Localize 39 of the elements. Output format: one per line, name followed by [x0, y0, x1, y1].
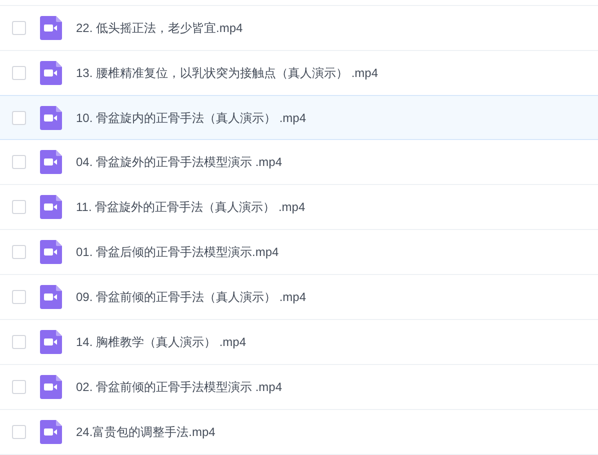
video-file-icon	[40, 285, 62, 309]
file-name[interactable]: 11. 骨盆旋外的正骨手法（真人演示） .mp4	[76, 198, 306, 216]
checkbox[interactable]	[12, 66, 26, 80]
checkbox[interactable]	[12, 200, 26, 214]
video-file-icon	[40, 106, 62, 130]
checkbox[interactable]	[12, 425, 26, 439]
video-file-icon	[40, 375, 62, 399]
file-row[interactable]: 02. 骨盆前倾的正骨手法模型演示 .mp4	[0, 365, 598, 410]
file-row[interactable]: 11. 骨盆旋外的正骨手法（真人演示） .mp4	[0, 185, 598, 230]
video-file-icon	[40, 16, 62, 40]
video-file-icon	[40, 61, 62, 85]
video-file-icon	[40, 330, 62, 354]
checkbox[interactable]	[12, 335, 26, 349]
file-name[interactable]: 04. 骨盆旋外的正骨手法模型演示 .mp4	[76, 153, 282, 171]
checkbox[interactable]	[12, 110, 26, 124]
file-row[interactable]: 10. 骨盆旋内的正骨手法（真人演示） .mp4	[0, 95, 598, 140]
video-file-icon	[40, 420, 62, 444]
file-row[interactable]: 24.富贵包的调整手法.mp4	[0, 410, 598, 455]
checkbox[interactable]	[12, 155, 26, 169]
file-row[interactable]: 09. 骨盆前倾的正骨手法（真人演示） .mp4	[0, 275, 598, 320]
file-name[interactable]: 24.富贵包的调整手法.mp4	[76, 423, 216, 441]
file-name[interactable]: 02. 骨盆前倾的正骨手法模型演示 .mp4	[76, 378, 282, 396]
video-file-icon	[40, 150, 62, 174]
checkbox[interactable]	[12, 245, 26, 259]
file-row[interactable]: 01. 骨盆后倾的正骨手法模型演示.mp4	[0, 230, 598, 275]
file-name[interactable]: 10. 骨盆旋内的正骨手法（真人演示） .mp4	[76, 108, 306, 126]
video-file-icon	[40, 240, 62, 264]
file-row[interactable]: 14. 胸椎教学（真人演示） .mp4	[0, 320, 598, 365]
file-name[interactable]: 09. 骨盆前倾的正骨手法（真人演示） .mp4	[76, 288, 306, 306]
checkbox[interactable]	[12, 290, 26, 304]
file-row[interactable]: 04. 骨盆旋外的正骨手法模型演示 .mp4	[0, 140, 598, 185]
file-name[interactable]: 01. 骨盆后倾的正骨手法模型演示.mp4	[76, 243, 279, 261]
video-file-icon	[40, 195, 62, 219]
file-name[interactable]: 22. 低头摇正法，老少皆宜.mp4	[76, 19, 243, 37]
checkbox[interactable]	[12, 380, 26, 394]
file-row[interactable]: 22. 低头摇正法，老少皆宜.mp4	[0, 6, 598, 51]
checkbox[interactable]	[12, 21, 26, 35]
file-name[interactable]: 14. 胸椎教学（真人演示） .mp4	[76, 333, 246, 351]
file-name[interactable]: 13. 腰椎精准复位，以乳状突为接触点（真人演示） .mp4	[76, 64, 378, 82]
